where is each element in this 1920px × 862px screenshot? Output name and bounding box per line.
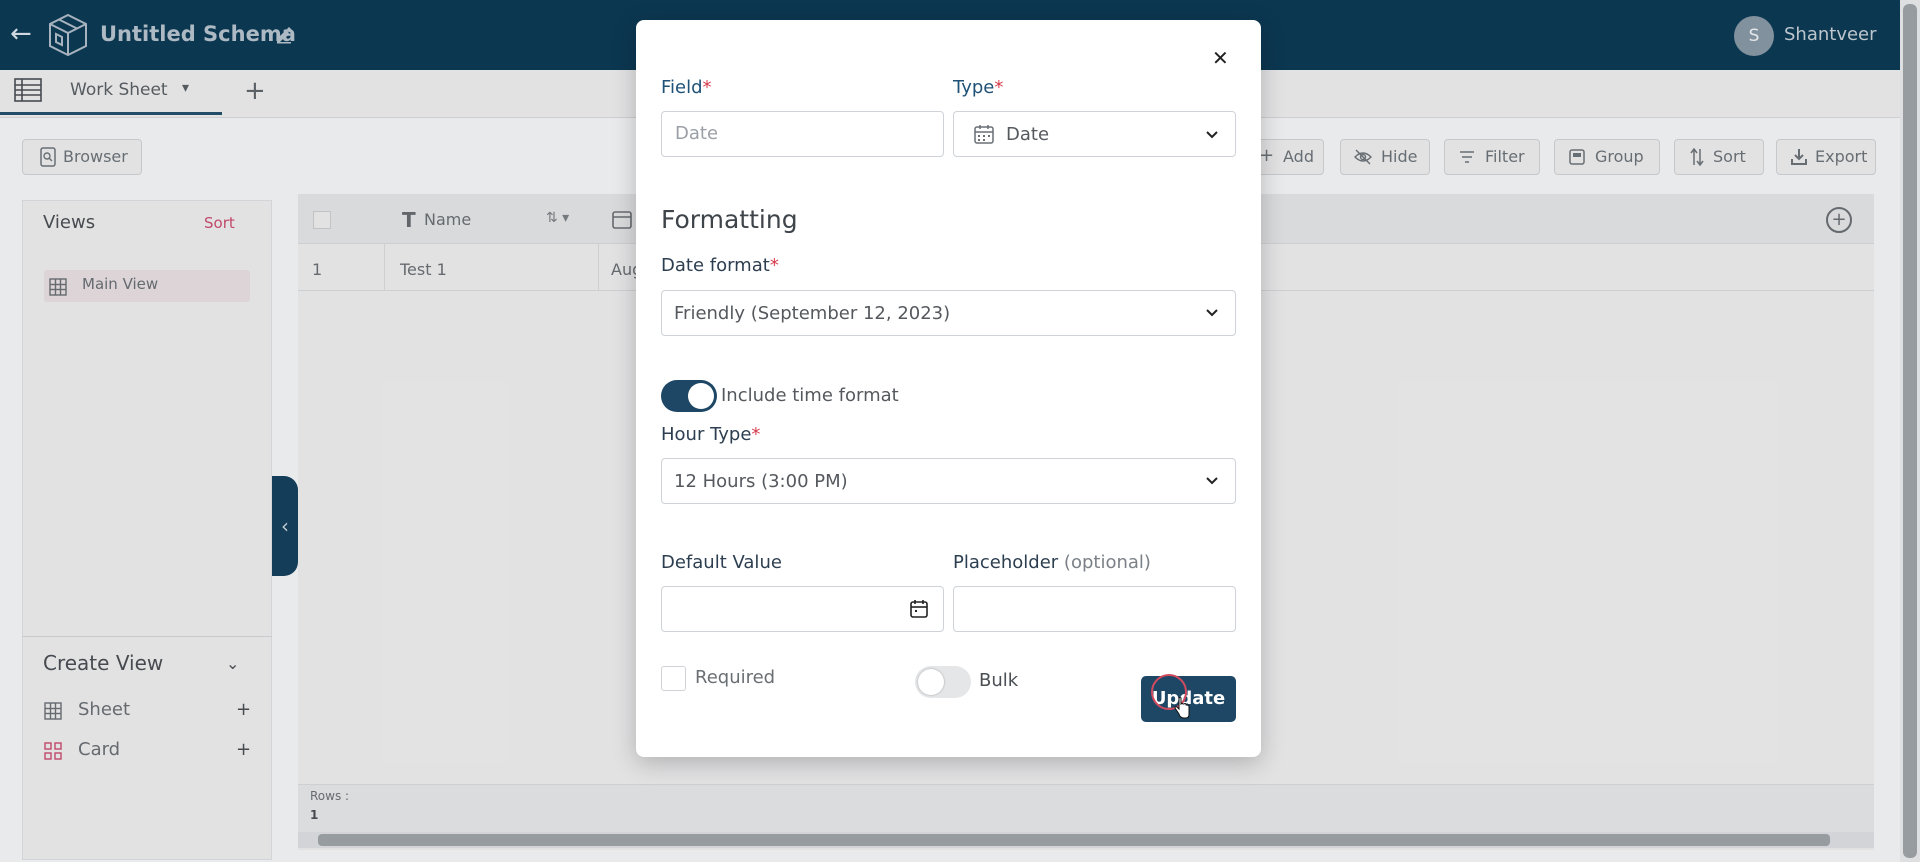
placeholder-label: Placeholder (optional) bbox=[953, 552, 1151, 573]
type-select-value: Date bbox=[1006, 124, 1050, 145]
bulk-label: Bulk bbox=[979, 670, 1019, 691]
calendar-icon bbox=[974, 125, 994, 144]
field-name-placeholder: Date bbox=[675, 123, 719, 144]
type-select[interactable] bbox=[953, 111, 1236, 157]
formatting-title: Formatting bbox=[661, 205, 798, 234]
date-format-value: Friendly (September 12, 2023) bbox=[674, 303, 951, 324]
calendar-picker-icon[interactable] bbox=[909, 599, 929, 619]
chevron-down-icon bbox=[1206, 477, 1218, 485]
type-label: Type* bbox=[953, 77, 1004, 98]
chevron-down-icon bbox=[1206, 131, 1218, 139]
hour-type-label: Hour Type* bbox=[661, 424, 761, 445]
default-value-label: Default Value bbox=[661, 552, 782, 573]
required-checkbox[interactable] bbox=[661, 666, 686, 691]
close-icon[interactable]: ✕ bbox=[1212, 46, 1229, 70]
include-time-label: Include time format bbox=[721, 385, 899, 406]
field-name-input[interactable]: Date bbox=[661, 111, 944, 157]
toggle-knob bbox=[918, 669, 944, 695]
placeholder-input[interactable] bbox=[953, 586, 1236, 632]
hand-cursor-icon bbox=[1174, 697, 1190, 719]
default-value-input[interactable] bbox=[661, 586, 944, 632]
chevron-down-icon bbox=[1206, 309, 1218, 317]
toggle-knob bbox=[688, 383, 714, 409]
date-format-label: Date format* bbox=[661, 255, 779, 276]
hour-type-value: 12 Hours (3:00 PM) bbox=[674, 471, 848, 492]
required-label: Required bbox=[695, 667, 776, 688]
field-label: Field* bbox=[661, 77, 712, 98]
